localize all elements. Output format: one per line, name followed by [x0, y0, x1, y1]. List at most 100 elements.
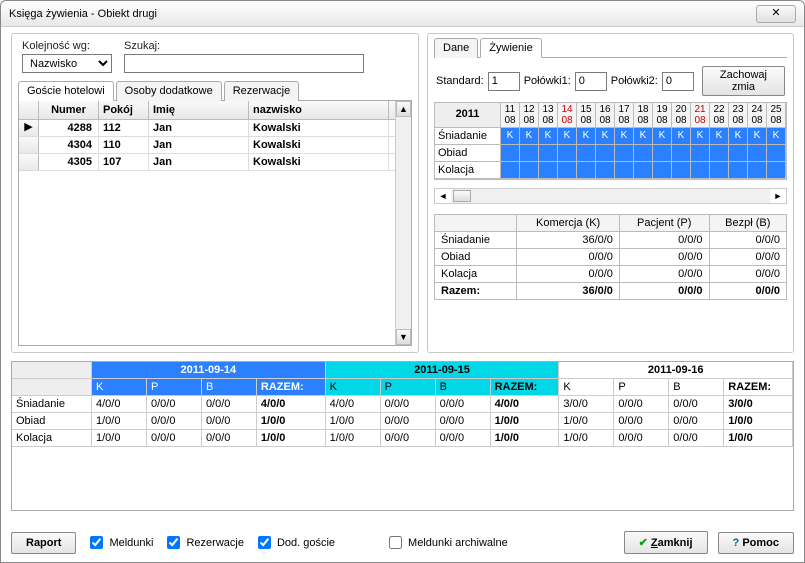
calendar-cell[interactable] [539, 145, 558, 162]
guest-tab-1[interactable]: Osoby dodatkowe [116, 81, 222, 101]
col-numer[interactable]: Numer [39, 101, 99, 119]
calendar-cell[interactable] [653, 162, 672, 179]
calendar-date[interactable]: 1408 [558, 103, 577, 128]
calendar-cell[interactable]: K [539, 128, 558, 145]
guest-tab-0[interactable]: Goście hotelowi [18, 81, 114, 101]
calendar-cell[interactable] [653, 145, 672, 162]
calendar-cell[interactable]: K [501, 128, 520, 145]
calendar-cell[interactable] [748, 162, 767, 179]
zamknij-button[interactable]: ✔ Zamknij [624, 531, 708, 554]
calendar-cell[interactable]: K [577, 128, 596, 145]
calendar-cell[interactable]: K [615, 128, 634, 145]
row-indicator-header [19, 101, 39, 119]
calendar-cell[interactable] [710, 145, 729, 162]
calendar-cell[interactable] [672, 145, 691, 162]
close-button[interactable]: ✕ [756, 5, 796, 23]
calendar-cell[interactable] [710, 162, 729, 179]
calendar-cell[interactable] [634, 145, 653, 162]
calendar-cell[interactable]: K [729, 128, 748, 145]
calendar-cell[interactable] [729, 162, 748, 179]
calendar-date[interactable]: 2408 [748, 103, 767, 128]
calendar-cell[interactable] [596, 162, 615, 179]
calendar-date[interactable]: 1908 [653, 103, 672, 128]
calendar-date[interactable]: 1608 [596, 103, 615, 128]
daily-summary-grid: 2011-09-142011-09-152011-09-16 KPBRAZEM:… [11, 361, 794, 511]
scroll-right-icon[interactable]: ► [770, 191, 786, 201]
guest-row[interactable]: ▶4288112JanKowalski [19, 120, 411, 137]
calendar-cell[interactable]: K [520, 128, 539, 145]
scroll-down-icon[interactable]: ▼ [396, 329, 411, 345]
calendar-cell[interactable]: K [767, 128, 786, 145]
col-imie[interactable]: Imię [149, 101, 249, 119]
calendar-cell[interactable]: K [691, 128, 710, 145]
guest-row[interactable]: 4305107JanKowalski [19, 154, 411, 171]
calendar-cell[interactable] [558, 145, 577, 162]
calendar-date[interactable]: 2108 [691, 103, 710, 128]
polowki1-input[interactable] [575, 72, 607, 91]
col-nazwisko[interactable]: nazwisko [249, 101, 389, 119]
calendar-cell[interactable] [672, 162, 691, 179]
guest-row[interactable]: 4304110JanKowalski [19, 137, 411, 154]
calendar-cell[interactable]: K [634, 128, 653, 145]
scroll-thumb[interactable] [453, 190, 471, 202]
calendar-date[interactable]: 2508 [767, 103, 786, 128]
raport-button[interactable]: Raport [11, 532, 76, 554]
calendar-cell[interactable] [615, 145, 634, 162]
dod-goscie-checkbox[interactable]: Dod. goście [254, 533, 335, 552]
calendar-date[interactable]: 1208 [520, 103, 539, 128]
feeding-tab-0[interactable]: Dane [434, 38, 478, 58]
calendar-cell[interactable] [615, 162, 634, 179]
order-select[interactable]: Nazwisko [22, 54, 112, 73]
calendar-cell[interactable]: K [748, 128, 767, 145]
standard-input[interactable] [488, 72, 520, 91]
calendar-cell[interactable] [634, 162, 653, 179]
calendar-date[interactable]: 1708 [615, 103, 634, 128]
calendar-cell[interactable] [596, 145, 615, 162]
scroll-up-icon[interactable]: ▲ [396, 101, 411, 117]
calendar-cell[interactable] [691, 145, 710, 162]
calendar-date[interactable]: 2308 [729, 103, 748, 128]
col-pokoj[interactable]: Pokój [99, 101, 149, 119]
meldunki-arch-checkbox[interactable]: Meldunki archiwalne [385, 533, 508, 552]
pomoc-button[interactable]: ? Pomoc [718, 532, 794, 554]
calendar-cell[interactable] [748, 145, 767, 162]
calendar-cell[interactable] [577, 162, 596, 179]
calendar-cell[interactable] [729, 145, 748, 162]
scrollbar[interactable]: ▲ ▼ [395, 101, 411, 345]
calendar-cell[interactable] [501, 162, 520, 179]
save-button[interactable]: Zachowaj zmia [702, 66, 785, 96]
calendar-cell[interactable] [501, 145, 520, 162]
calendar-cell[interactable]: K [596, 128, 615, 145]
calendar-date[interactable]: 1108 [501, 103, 520, 128]
calendar-date[interactable]: 2008 [672, 103, 691, 128]
calendar-cell[interactable] [767, 145, 786, 162]
polowki2-input[interactable] [662, 72, 694, 91]
rezerwacje-checkbox[interactable]: Rezerwacje [163, 533, 243, 552]
scroll-left-icon[interactable]: ◄ [435, 191, 451, 201]
calendar-cell[interactable] [520, 145, 539, 162]
calendar-cell[interactable] [577, 145, 596, 162]
calendar-cell[interactable]: K [672, 128, 691, 145]
meldunki-checkbox[interactable]: Meldunki [86, 533, 153, 552]
calendar-cell[interactable] [558, 162, 577, 179]
guest-tab-2[interactable]: Rezerwacje [224, 81, 299, 101]
search-input[interactable] [124, 54, 364, 73]
calendar-cell[interactable] [539, 162, 558, 179]
calendar-hscroll[interactable]: ◄ ► [434, 188, 787, 204]
calendar-cell[interactable]: K [653, 128, 672, 145]
calendar-cell[interactable]: K [558, 128, 577, 145]
calendar-date[interactable]: 1308 [539, 103, 558, 128]
calendar-cell[interactable] [520, 162, 539, 179]
sub-header: B [436, 379, 491, 396]
feeding-tab-1[interactable]: Żywienie [480, 38, 541, 58]
calendar-date[interactable]: 1808 [634, 103, 653, 128]
calendar-cell[interactable] [691, 162, 710, 179]
sub-header: P [147, 379, 202, 396]
daily-cell: 0/0/0 [614, 430, 669, 447]
daily-row: Obiad1/0/00/0/00/0/01/0/01/0/00/0/00/0/0… [12, 413, 793, 430]
calendar-date[interactable]: 2208 [710, 103, 729, 128]
calendar-cell[interactable]: K [710, 128, 729, 145]
calendar-date[interactable]: 1508 [577, 103, 596, 128]
daily-cell: 0/0/0 [147, 430, 202, 447]
calendar-cell[interactable] [767, 162, 786, 179]
